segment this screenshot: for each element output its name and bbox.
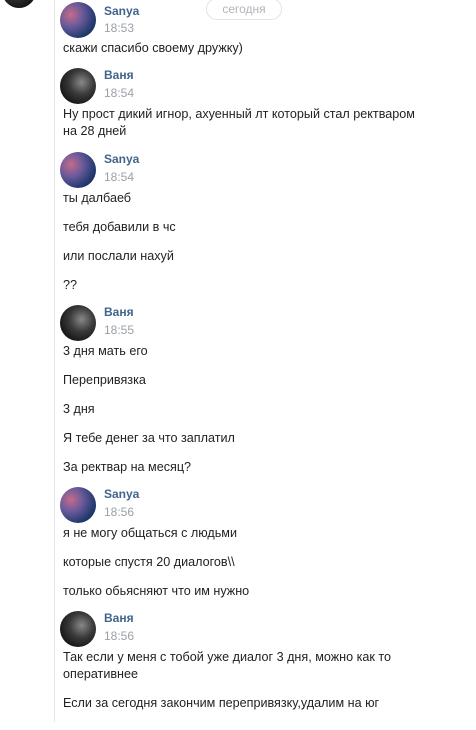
author-name[interactable]: Sanya — [104, 152, 139, 166]
avatar[interactable] — [60, 152, 96, 188]
author-name[interactable]: Ваня — [104, 68, 134, 82]
message-time[interactable]: 18:53 — [104, 21, 134, 35]
message-text: или послали нахуй — [63, 249, 174, 263]
message-time[interactable]: 18:54 — [104, 86, 134, 100]
message-text: на 28 дней — [63, 124, 127, 138]
message-text: ты далбаеб — [63, 191, 132, 205]
author-name[interactable]: Sanya — [104, 487, 139, 501]
message-text: которые спустя 20 диалогов\\ — [63, 555, 235, 569]
avatar[interactable] — [60, 2, 96, 38]
message-text: тебя добавили в чс — [63, 220, 176, 234]
message-time[interactable]: 18:54 — [104, 170, 134, 184]
avatar[interactable] — [60, 611, 96, 647]
message-text: Перепривязка — [63, 373, 146, 387]
message-time[interactable]: 18:56 — [104, 629, 134, 643]
avatar[interactable] — [60, 305, 96, 341]
message-text: Я тебе денег за что заплатил — [63, 431, 235, 445]
message-text: 3 дня — [63, 402, 95, 416]
message-time[interactable]: 18:56 — [104, 505, 134, 519]
avatar[interactable] — [60, 68, 96, 104]
message-text: скажи спасибо своему дружку) — [63, 41, 243, 55]
message-text: Если за сегодня закончим перепривязку,уд… — [63, 696, 380, 710]
avatar[interactable] — [60, 487, 96, 523]
author-name[interactable]: Ваня — [104, 305, 134, 319]
author-name[interactable]: Ваня — [104, 611, 134, 625]
message-text: Так если у меня с тобой уже диалог 3 дня… — [63, 650, 392, 664]
message-text: 3 дня мать его — [63, 344, 148, 358]
date-divider: сегодня — [206, 0, 282, 20]
previous-sender-avatar[interactable] — [2, 0, 36, 8]
message-text: я не могу общаться с людьми — [63, 526, 237, 540]
author-name[interactable]: Sanya — [104, 4, 139, 18]
message-time[interactable]: 18:55 — [104, 323, 134, 337]
message-text: ?? — [63, 278, 78, 292]
message-text: только обьясняют что им нужно — [63, 584, 250, 598]
message-text: За ректвар на месяц? — [63, 460, 192, 474]
message-text: Ну прост дикий игнор, ахуенный лт которы… — [63, 107, 415, 121]
thread-indent-line — [54, 0, 55, 722]
message-text: оперативнее — [63, 667, 139, 681]
